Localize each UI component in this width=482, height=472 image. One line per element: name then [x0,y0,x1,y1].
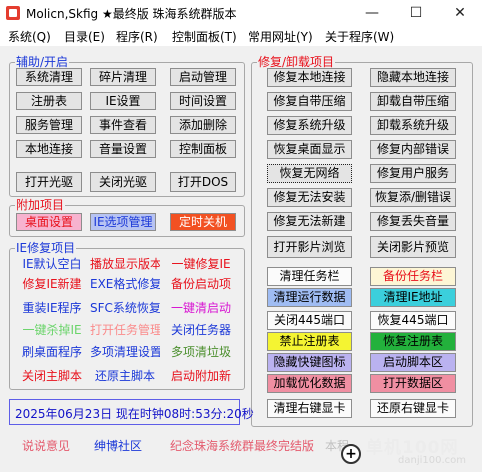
menu-bar: 系统(Q) 目录(E) 程序(R) 控制面板(T) 常用网址(Y) 关于程序(W… [0,26,482,46]
backup-startup-button[interactable]: 备份启动项 [166,276,236,293]
window-title: Molicn,Skfig ★最终版 珠海系统群版本 [26,7,237,21]
event-viewer-button[interactable]: 事件查看 [90,116,156,134]
start-attach-new-button[interactable]: 启动附加新 [166,368,236,385]
add-remove-button[interactable]: 添加删除 [170,116,236,134]
watermark-plus-icon: + [341,444,361,464]
volume-settings-button[interactable]: 音量设置 [90,140,156,158]
close-video-preview-button[interactable]: 关闭影片预览 [370,236,456,258]
open-dos-button[interactable]: 打开DOS [170,172,236,192]
time-settings-button[interactable]: 时间设置 [170,92,236,110]
clean-context-graphics-button[interactable]: 清理右键显卡 [267,399,352,418]
menu-program[interactable]: 程序(R) [116,28,158,45]
repair-group-label: 修复/卸载项目 [257,55,336,69]
menu-about[interactable]: 关于程序(W) [325,28,394,45]
app-icon [6,6,20,20]
one-key-fix-ie-button[interactable]: 一键修复IE [166,256,236,273]
main-window: { "window": { "title": "Molicn,Skfig ★最终… [0,0,482,472]
hide-shortcut-icons-button[interactable]: 隐藏快键图标 [267,353,352,372]
load-optimize-data-button[interactable]: 加载优化数据 [267,374,352,393]
fix-lost-volume-button[interactable]: 修复丢失音量 [370,212,456,231]
fix-cannot-create-button[interactable]: 修复无法新建 [267,212,352,231]
assist-group-label: 辅助/开启 [15,55,70,69]
sfc-restore-button[interactable]: SFC系统恢复 [89,300,161,317]
feedback-link[interactable]: 说说意见 [22,437,70,454]
fix-ie-new-button[interactable]: 修复IE新建 [16,276,88,293]
registry-button[interactable]: 注册表 [16,92,82,110]
restore-desktop-display-button[interactable]: 恢复桌面显示 [267,140,352,159]
restore-port-445-button[interactable]: 恢复445端口 [370,311,456,330]
attach-group-label: 附加项目 [15,198,66,212]
ie-default-blank-button[interactable]: IE默认空白 [16,256,88,273]
close-port-445-button[interactable]: 关闭445端口 [267,311,352,330]
restore-context-graphics-button[interactable]: 还原右键显卡 [370,399,456,418]
watermark-url: danji100.com [398,455,466,466]
hide-local-connection-button[interactable]: 隐藏本地连接 [370,68,456,87]
maximize-button[interactable]: ☐ [394,0,438,26]
uninstall-system-upgrade-button[interactable]: 卸载系统升级 [370,116,456,135]
play-version-button[interactable]: 播放显示版本 [89,256,161,273]
clock-status-text: 2025年06月23日 现在时钟08时:53分:20秒 [15,407,254,421]
restore-no-network-button[interactable]: 恢复无网络 [267,164,352,183]
disable-registry-button[interactable]: 禁止注册表 [267,332,352,351]
restore-registry-button[interactable]: 恢复注册表 [370,332,456,351]
menu-directory[interactable]: 目录(E) [64,28,105,45]
defrag-button[interactable]: 碎片清理 [90,68,156,86]
open-data-area-button[interactable]: 打开数据区 [370,374,456,393]
fix-user-service-button[interactable]: 修复用户服务 [370,164,456,183]
menu-control-panel[interactable]: 控制面板(T) [172,28,237,45]
ie-options-button[interactable]: IE选项管理 [90,213,156,231]
title-bar: Molicn,Skfig ★最终版 珠海系统群版本 — ☐ ✕ [0,0,482,26]
fix-install-fail-button[interactable]: 修复无法安装 [267,188,352,207]
local-connection-button[interactable]: 本地连接 [16,140,82,158]
fix-local-connection-button[interactable]: 修复本地连接 [267,68,352,87]
open-task-manager-button[interactable]: 打开任务管理 [89,322,161,339]
close-main-script-button[interactable]: 关闭主脚本 [16,368,88,385]
open-cdrom-button[interactable]: 打开光驱 [16,172,82,192]
restore-add-remove-error-button[interactable]: 恢复添/删错误 [370,188,456,207]
minimize-button[interactable]: — [350,0,394,26]
backup-taskbar-button[interactable]: 备份任务栏 [370,267,456,286]
close-cdrom-button[interactable]: 关闭光驱 [90,172,156,192]
one-key-clear-startup-button[interactable]: 一键清启动 [166,300,236,317]
clean-run-data-button[interactable]: 清理运行数据 [267,288,352,307]
community-link[interactable]: 绅博社区 [94,437,142,454]
menu-system[interactable]: 系统(Q) [8,28,51,45]
multi-clean-settings-button[interactable]: 多项清理设置 [89,344,161,361]
exe-format-fix-button[interactable]: EXE格式修复 [89,276,161,293]
close-button[interactable]: ✕ [438,0,482,26]
clock-status-box: 2025年06月23日 现在时钟08时:53分:20秒 [9,399,254,425]
service-manager-button[interactable]: 服务管理 [16,116,82,134]
ie-settings-button[interactable]: IE设置 [90,92,156,110]
start-script-area-button[interactable]: 启动脚本区 [370,353,456,372]
memorial-link[interactable]: 纪念珠海系统群最终完结版 [170,437,314,454]
restore-main-script-button[interactable]: 还原主脚本 [89,368,161,385]
ie-repair-group-label: IE修复项目 [15,241,77,255]
clean-ie-address-button[interactable]: 清理IE地址 [370,288,456,307]
system-cleanup-button[interactable]: 系统清理 [16,68,82,86]
startup-manager-button[interactable]: 启动管理 [170,68,236,86]
open-video-browse-button[interactable]: 打开影片浏览 [267,236,352,258]
clean-taskbar-button[interactable]: 清理任务栏 [267,267,352,286]
fix-builtin-zip-button[interactable]: 修复自带压缩 [267,92,352,111]
control-panel-button[interactable]: 控制面板 [170,140,236,158]
fix-internal-error-button[interactable]: 修复内部错误 [370,140,456,159]
timed-shutdown-button[interactable]: 定时关机 [170,213,236,231]
desktop-settings-button[interactable]: 桌面设置 [16,213,82,231]
fix-system-upgrade-button[interactable]: 修复系统升级 [267,116,352,135]
reinstall-ie-button[interactable]: 重装IE程序 [16,300,88,317]
refresh-desktop-button[interactable]: 刷桌面程序 [16,344,88,361]
multi-clean-junk-button[interactable]: 多项清垃圾 [166,344,236,361]
close-task-manager-button[interactable]: 关闭任务器 [166,322,236,339]
menu-common-urls[interactable]: 常用网址(Y) [248,28,313,45]
uninstall-builtin-zip-button[interactable]: 卸载自带压缩 [370,92,456,111]
kill-ie-button[interactable]: 一键杀掉IE [16,322,88,339]
